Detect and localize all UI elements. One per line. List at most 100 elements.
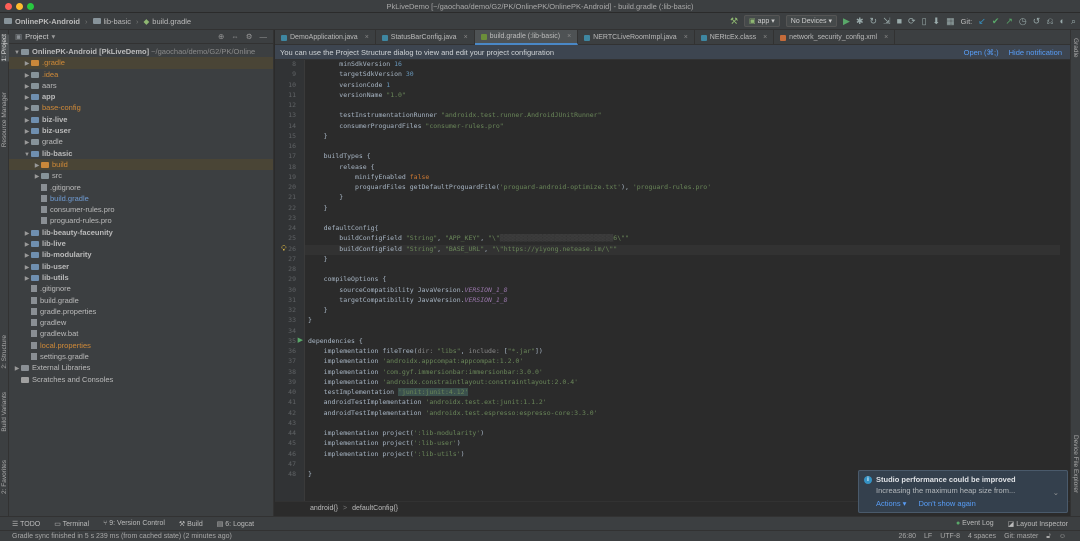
tree-item[interactable]: ▶ lib-utils [9, 272, 273, 283]
editor-tab[interactable]: DemoApplication.java × [275, 30, 376, 45]
code-line[interactable]: } [308, 255, 328, 263]
hide-notification-link[interactable]: Hide notification [1009, 45, 1062, 60]
tree-item[interactable]: ▶ aars [9, 80, 273, 91]
hide-panel-icon[interactable]: — [260, 32, 268, 41]
tool-tab-build-variants[interactable]: Build Variants [1, 392, 9, 432]
close-tab-icon[interactable]: × [365, 30, 369, 45]
intention-bulb-icon[interactable]: 💡︎ [281, 244, 287, 254]
lock-icon[interactable]: 🔓︎ [1046, 531, 1051, 541]
code-line[interactable]: versionName "1.0" [308, 91, 406, 99]
tool-tab-todo[interactable]: ☰ TODO [12, 520, 40, 528]
code-line[interactable]: } [308, 193, 343, 201]
tree-item[interactable]: .gitignore [9, 283, 273, 294]
project-structure-icon[interactable]: ▦ [946, 15, 955, 27]
code-line[interactable]: androidTestImplementation 'androidx.test… [308, 398, 547, 406]
tool-tab-favorites[interactable]: 2: Favorites [1, 460, 9, 494]
editor-tab[interactable]: NERtcEx.class × [695, 30, 775, 45]
code-line[interactable]: implementation 'com.gyf.immersionbar:imm… [308, 368, 543, 376]
code-editor[interactable]: minSdkVersion 16 targetSdkVersion 30 ver… [305, 60, 1060, 501]
avd-manager-icon[interactable]: ▯ [922, 15, 927, 27]
git-update-icon[interactable]: ↙ [978, 15, 986, 27]
chevron-down-icon[interactable]: ⌄ [1053, 488, 1059, 497]
code-line[interactable]: implementation 'androidx.constraintlayou… [308, 378, 578, 386]
tree-item[interactable]: build.gradle [9, 295, 273, 306]
tree-item[interactable]: ▶ biz-live [9, 114, 273, 125]
tree-item[interactable]: gradlew.bat [9, 328, 273, 339]
run-icon[interactable]: ▶ [843, 15, 850, 27]
code-line[interactable]: implementation 'androidx.appcompat:appco… [308, 357, 524, 365]
tree-item[interactable]: ▶ base-config [9, 102, 273, 113]
collapse-all-icon[interactable]: ⇔ [231, 32, 239, 41]
tree-item[interactable]: Scratches and Consoles [9, 374, 273, 385]
breadcrumb-module[interactable]: lib-basic [104, 17, 132, 26]
file-encoding[interactable]: UTF-8 [940, 531, 960, 541]
tree-item[interactable]: ▶ lib-beauty-faceunity [9, 227, 273, 238]
editor-tab[interactable]: StatusBarConfig.java × [376, 30, 475, 45]
editor-breadcrumb-android[interactable]: android{} [310, 505, 338, 512]
git-rollback-icon[interactable]: ↺ [1033, 15, 1041, 27]
settings-gear-icon[interactable]: ⚙ [246, 32, 253, 41]
editor-tab[interactable]: network_security_config.xml × [774, 30, 896, 45]
code-line[interactable]: testImplementation 'junit:junit:4.12' [308, 388, 469, 396]
code-line[interactable]: testInstrumentationRunner "androidx.test… [308, 111, 601, 119]
code-line[interactable]: targetCompatibility JavaVersion.VERSION_… [308, 296, 507, 304]
locate-file-icon[interactable]: ⊕ [218, 32, 224, 41]
code-line[interactable]: dependencies { [308, 337, 363, 345]
tree-item[interactable]: ▶ lib-user [9, 261, 273, 272]
code-line[interactable]: implementation fileTree(dir: "libs", inc… [308, 347, 543, 355]
minimize-window-button[interactable] [16, 3, 23, 10]
tree-item[interactable]: gradlew [9, 317, 273, 328]
code-line[interactable]: } [308, 470, 312, 478]
tool-tab-build[interactable]: ⚒ Build [179, 520, 203, 528]
code-line[interactable]: implementation project(':lib-modularity'… [308, 429, 484, 437]
git-branch[interactable]: Git: master [1004, 531, 1038, 541]
device-select[interactable]: No Devices ▾ [785, 15, 838, 27]
code-line[interactable]: targetSdkVersion 30 [308, 70, 413, 78]
indent-setting[interactable]: 4 spaces [968, 531, 996, 541]
run-gutter-icon[interactable]: ▶ [298, 336, 303, 344]
run-config-select[interactable]: ▣ app ▾ [744, 15, 780, 27]
code-line[interactable]: } [308, 306, 328, 314]
code-line[interactable]: compileOptions { [308, 275, 387, 283]
code-line[interactable]: } [308, 316, 312, 324]
close-window-button[interactable] [5, 3, 12, 10]
tool-tab-version-control[interactable]: ⑂ 9: Version Control [103, 520, 165, 527]
tree-item[interactable]: ▶ biz-user [9, 125, 273, 136]
project-view-select[interactable]: Project [25, 32, 48, 41]
sdk-manager-icon[interactable]: ⬇ [933, 15, 941, 27]
code-line[interactable]: buildTypes { [308, 152, 371, 160]
status-message[interactable]: Gradle sync finished in 5 s 239 ms (from… [12, 533, 232, 540]
tree-item[interactable]: ▼ OnlinePK-Android [PkLiveDemo] ~/gaochao… [9, 46, 273, 57]
debug-icon[interactable]: ✱ [856, 15, 864, 27]
tool-tab-device-file-explorer[interactable]: Device File Explorer [1072, 435, 1079, 493]
attach-debugger-icon[interactable]: ⇲ [883, 15, 891, 27]
close-tab-icon[interactable]: × [884, 30, 888, 45]
open-project-structure-link[interactable]: Open (⌘;) [964, 45, 999, 60]
tree-item[interactable]: ▶ lib-modularity [9, 249, 273, 260]
tree-item[interactable]: gradle.properties [9, 306, 273, 317]
code-line[interactable]: } [308, 204, 328, 212]
profile-icon[interactable]: ◐ [1060, 15, 1065, 27]
tree-item[interactable]: ▶ gradle [9, 136, 273, 147]
code-line[interactable]: androidTestImplementation 'androidx.test… [308, 409, 598, 417]
editor-breadcrumb-defaultconfig[interactable]: defaultConfig{} [338, 505, 398, 512]
tree-item[interactable]: build.gradle [9, 193, 273, 204]
tree-item[interactable]: proguard-rules.pro [9, 215, 273, 226]
window-controls[interactable] [5, 3, 34, 10]
code-line[interactable]: implementation project(':lib-user') [308, 439, 461, 447]
tree-item[interactable]: consumer-rules.pro [9, 204, 273, 215]
revert-icon[interactable]: ⎌ [1046, 15, 1053, 27]
tree-item[interactable]: ▶ build [9, 158, 273, 171]
tree-item[interactable]: ▶ src [9, 170, 273, 181]
code-line[interactable]: versionCode 1 [308, 81, 390, 89]
stop-icon[interactable]: ■ [897, 15, 902, 27]
inspector-icon[interactable]: ☺ [1059, 531, 1066, 541]
line-separator[interactable]: LF [924, 531, 932, 541]
code-line[interactable]: minSdkVersion 16 [308, 60, 402, 68]
tool-tab-event-log[interactable]: ● Event Log [956, 520, 994, 528]
code-line[interactable]: release { [308, 163, 374, 171]
editor-tab[interactable]: build.gradle (:lib-basic) × [474, 30, 579, 45]
code-line[interactable]: } [308, 132, 328, 140]
code-line[interactable]: defaultConfig{ [308, 224, 379, 232]
editor-tab[interactable]: NERTCLiveRoomImpl.java × [578, 30, 695, 45]
